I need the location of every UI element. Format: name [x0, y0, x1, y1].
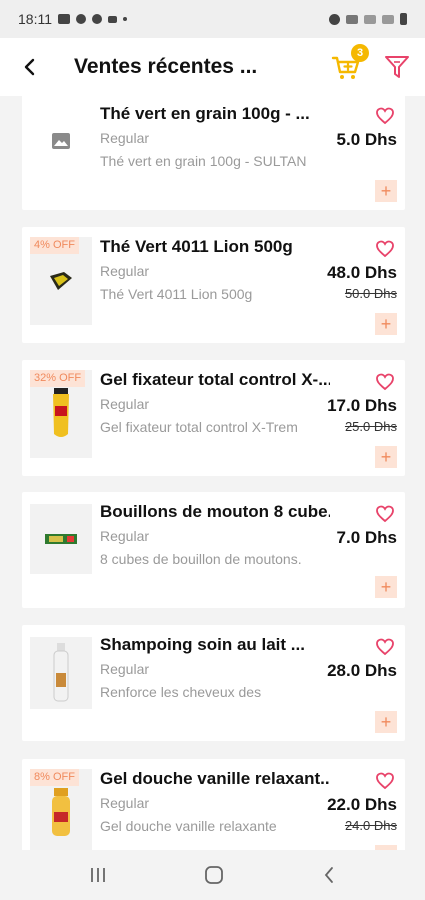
bouillon-box-image — [45, 534, 77, 544]
product-name: Thé vert en grain 100g - ... — [100, 104, 310, 123]
notification-icon — [92, 14, 102, 24]
product-old-price: 24.0 Dhs — [344, 818, 397, 833]
status-time: 18:11 — [18, 11, 52, 27]
product-name: Gel douche vanille relaxant... — [100, 769, 330, 788]
signal-icon — [382, 14, 394, 24]
back-nav-icon[interactable] — [321, 865, 337, 885]
product-price: 5.0 Dhs — [336, 130, 397, 149]
shower-gel-image — [52, 788, 70, 836]
home-icon[interactable] — [204, 865, 224, 885]
product-description: Gel douche vanille relaxante — [100, 818, 277, 834]
image-placeholder-icon — [52, 133, 70, 149]
product-card[interactable]: 8% OFF Gel douche vanille relaxant... Re… — [22, 759, 405, 850]
battery-icon — [400, 13, 407, 25]
add-to-cart-button[interactable]: + — [375, 180, 397, 202]
discount-badge: 32% OFF — [30, 370, 86, 387]
product-price: 28.0 Dhs — [327, 661, 397, 680]
product-card[interactable]: Thé vert en grain 100g - ... Regular Thé… — [22, 96, 405, 210]
app-header: Ventes récentes ... 3 — [0, 38, 425, 96]
discount-badge: 8% OFF — [30, 769, 79, 786]
product-old-price: 25.0 Dhs — [344, 419, 397, 434]
cart-count-badge: 3 — [351, 44, 369, 62]
system-navigation-bar — [0, 850, 425, 900]
product-card[interactable]: 4% OFF Thé Vert 4011 Lion 500g Regular T… — [22, 227, 405, 343]
product-type: Regular — [100, 528, 150, 544]
product-card[interactable]: Bouillons de mouton 8 cube... Regular 8 … — [22, 492, 405, 608]
product-description: Renforce les cheveux des — [100, 684, 262, 700]
product-type: Regular — [100, 795, 150, 811]
product-price: 48.0 Dhs — [327, 263, 397, 282]
add-to-cart-button[interactable]: + — [375, 576, 397, 598]
filter-button[interactable] — [383, 53, 411, 81]
page-title: Ventes récentes ... — [74, 55, 258, 78]
discount-badge: 4% OFF — [30, 237, 79, 254]
product-description: Thé Vert 4011 Lion 500g — [100, 286, 253, 302]
product-description: Gel fixateur total control X-Trem — [100, 419, 298, 435]
product-description: Thé vert en grain 100g - SULTAN — [100, 153, 307, 169]
back-button[interactable] — [18, 55, 42, 79]
product-name: Thé Vert 4011 Lion 500g — [100, 237, 293, 256]
favorite-heart-icon[interactable] — [375, 771, 395, 791]
favorite-heart-icon[interactable] — [375, 372, 395, 392]
product-type: Regular — [100, 263, 150, 279]
alarm-icon — [329, 13, 340, 25]
add-to-cart-button[interactable]: + — [375, 711, 397, 733]
notification-icon — [76, 14, 86, 24]
more-notifications-icon — [123, 17, 127, 21]
product-price: 22.0 Dhs — [327, 795, 397, 814]
product-type: Regular — [100, 396, 150, 412]
product-name: Gel fixateur total control X-... — [100, 370, 330, 389]
product-type: Regular — [100, 130, 150, 146]
favorite-heart-icon[interactable] — [375, 239, 395, 259]
vpn-icon — [108, 15, 117, 23]
product-name: Bouillons de mouton 8 cube... — [100, 502, 330, 521]
chevron-left-icon — [24, 58, 35, 76]
product-name: Shampoing soin au lait ... — [100, 635, 305, 654]
youtube-icon — [58, 14, 70, 24]
recent-apps-icon[interactable] — [88, 866, 108, 884]
product-image — [30, 637, 92, 709]
favorite-heart-icon[interactable] — [375, 637, 395, 657]
product-price: 7.0 Dhs — [336, 528, 397, 547]
shampoo-bottle-image — [53, 643, 69, 702]
product-price: 17.0 Dhs — [327, 396, 397, 415]
status-bar: 18:11 — [0, 0, 425, 38]
product-type: Regular — [100, 661, 150, 677]
favorite-heart-icon[interactable] — [375, 106, 395, 126]
tea-box-image — [50, 272, 72, 290]
favorite-heart-icon[interactable] — [375, 504, 395, 524]
add-to-cart-button[interactable]: + — [375, 446, 397, 468]
product-list[interactable]: Thé vert en grain 100g - ... Regular Thé… — [0, 96, 425, 850]
product-description: 8 cubes de bouillon de moutons. — [100, 551, 302, 567]
product-card[interactable]: Shampoing soin au lait ... Regular Renfo… — [22, 625, 405, 741]
cart-button[interactable]: 3 — [331, 44, 369, 82]
wifi-icon — [346, 14, 358, 24]
signal-icon — [364, 14, 376, 24]
product-image — [30, 106, 92, 176]
product-image — [30, 504, 92, 574]
add-to-cart-button[interactable]: + — [375, 313, 397, 335]
gel-tube-image — [53, 388, 69, 437]
product-old-price: 50.0 Dhs — [344, 286, 397, 301]
product-card[interactable]: 32% OFF Gel fixateur total control X-...… — [22, 360, 405, 476]
filter-icon — [385, 56, 409, 78]
